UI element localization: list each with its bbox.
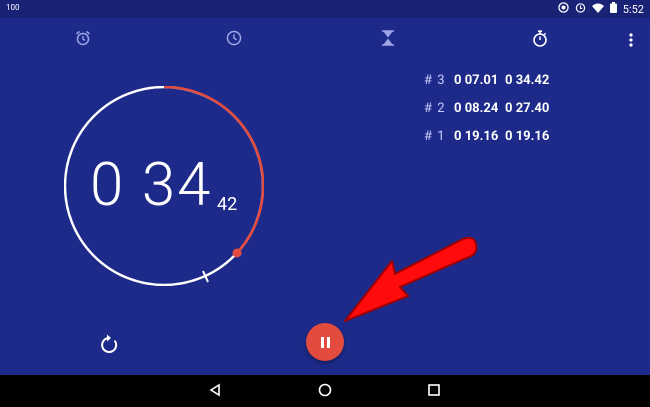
- home-button[interactable]: [315, 381, 335, 401]
- home-icon: [318, 382, 332, 401]
- battery-icon: [609, 2, 617, 16]
- elapsed-hundredths: 42: [217, 194, 238, 215]
- recents-icon: [427, 382, 441, 401]
- back-button[interactable]: [205, 381, 225, 401]
- more-vert-icon: [626, 33, 636, 54]
- status-time: 5:52: [622, 2, 644, 16]
- list-item: # 2 0 08.24 0 27.40: [424, 94, 549, 122]
- recents-button[interactable]: [424, 381, 444, 401]
- stopwatch-icon: [532, 29, 548, 51]
- lap-time: 0 07.01: [454, 72, 499, 88]
- back-icon: [208, 382, 222, 401]
- list-item: # 3 0 07.01 0 34.42: [424, 66, 549, 94]
- clock-icon: [226, 30, 242, 50]
- lap-total-time: 0 34.42: [505, 72, 550, 88]
- list-item: # 1 0 19.16 0 19.16: [424, 122, 549, 150]
- pause-button[interactable]: [306, 323, 344, 361]
- hourglass-icon: [381, 30, 395, 50]
- navigation-bar: [0, 375, 650, 407]
- tab-stopwatch[interactable]: [527, 27, 553, 53]
- alarm-icon: [75, 30, 91, 50]
- laps-list: # 3 0 07.01 0 34.42 # 2 0 08.24 0 27.40 …: [424, 66, 549, 150]
- lap-number: # 1: [424, 128, 446, 144]
- tab-timer[interactable]: [375, 27, 401, 53]
- pause-icon: [319, 336, 331, 348]
- lap-time: 0 08.24: [454, 100, 499, 116]
- reset-button[interactable]: [97, 333, 121, 357]
- alarm-status-icon: [575, 2, 586, 16]
- refresh-icon: [97, 334, 121, 361]
- status-bar: 100 5:52: [0, 0, 650, 18]
- lap-number: # 3: [424, 72, 446, 88]
- elapsed-time: 0 34: [90, 149, 213, 220]
- status-icons: 5:52: [558, 2, 644, 16]
- tab-bar: [0, 18, 650, 62]
- red-arrow-annotation: [340, 225, 480, 330]
- tab-clock[interactable]: [221, 27, 247, 53]
- lap-time: 0 19.16: [454, 128, 499, 144]
- lap-total-time: 0 27.40: [505, 100, 550, 116]
- lap-total-time: 0 19.16: [505, 128, 550, 144]
- status-left-text: 100: [6, 3, 20, 12]
- tab-alarm[interactable]: [70, 27, 96, 53]
- wifi-icon: [591, 3, 604, 16]
- overflow-menu-button[interactable]: [626, 30, 636, 50]
- progress-dot: [232, 248, 242, 258]
- lap-number: # 2: [424, 100, 446, 116]
- record-icon: [558, 2, 569, 16]
